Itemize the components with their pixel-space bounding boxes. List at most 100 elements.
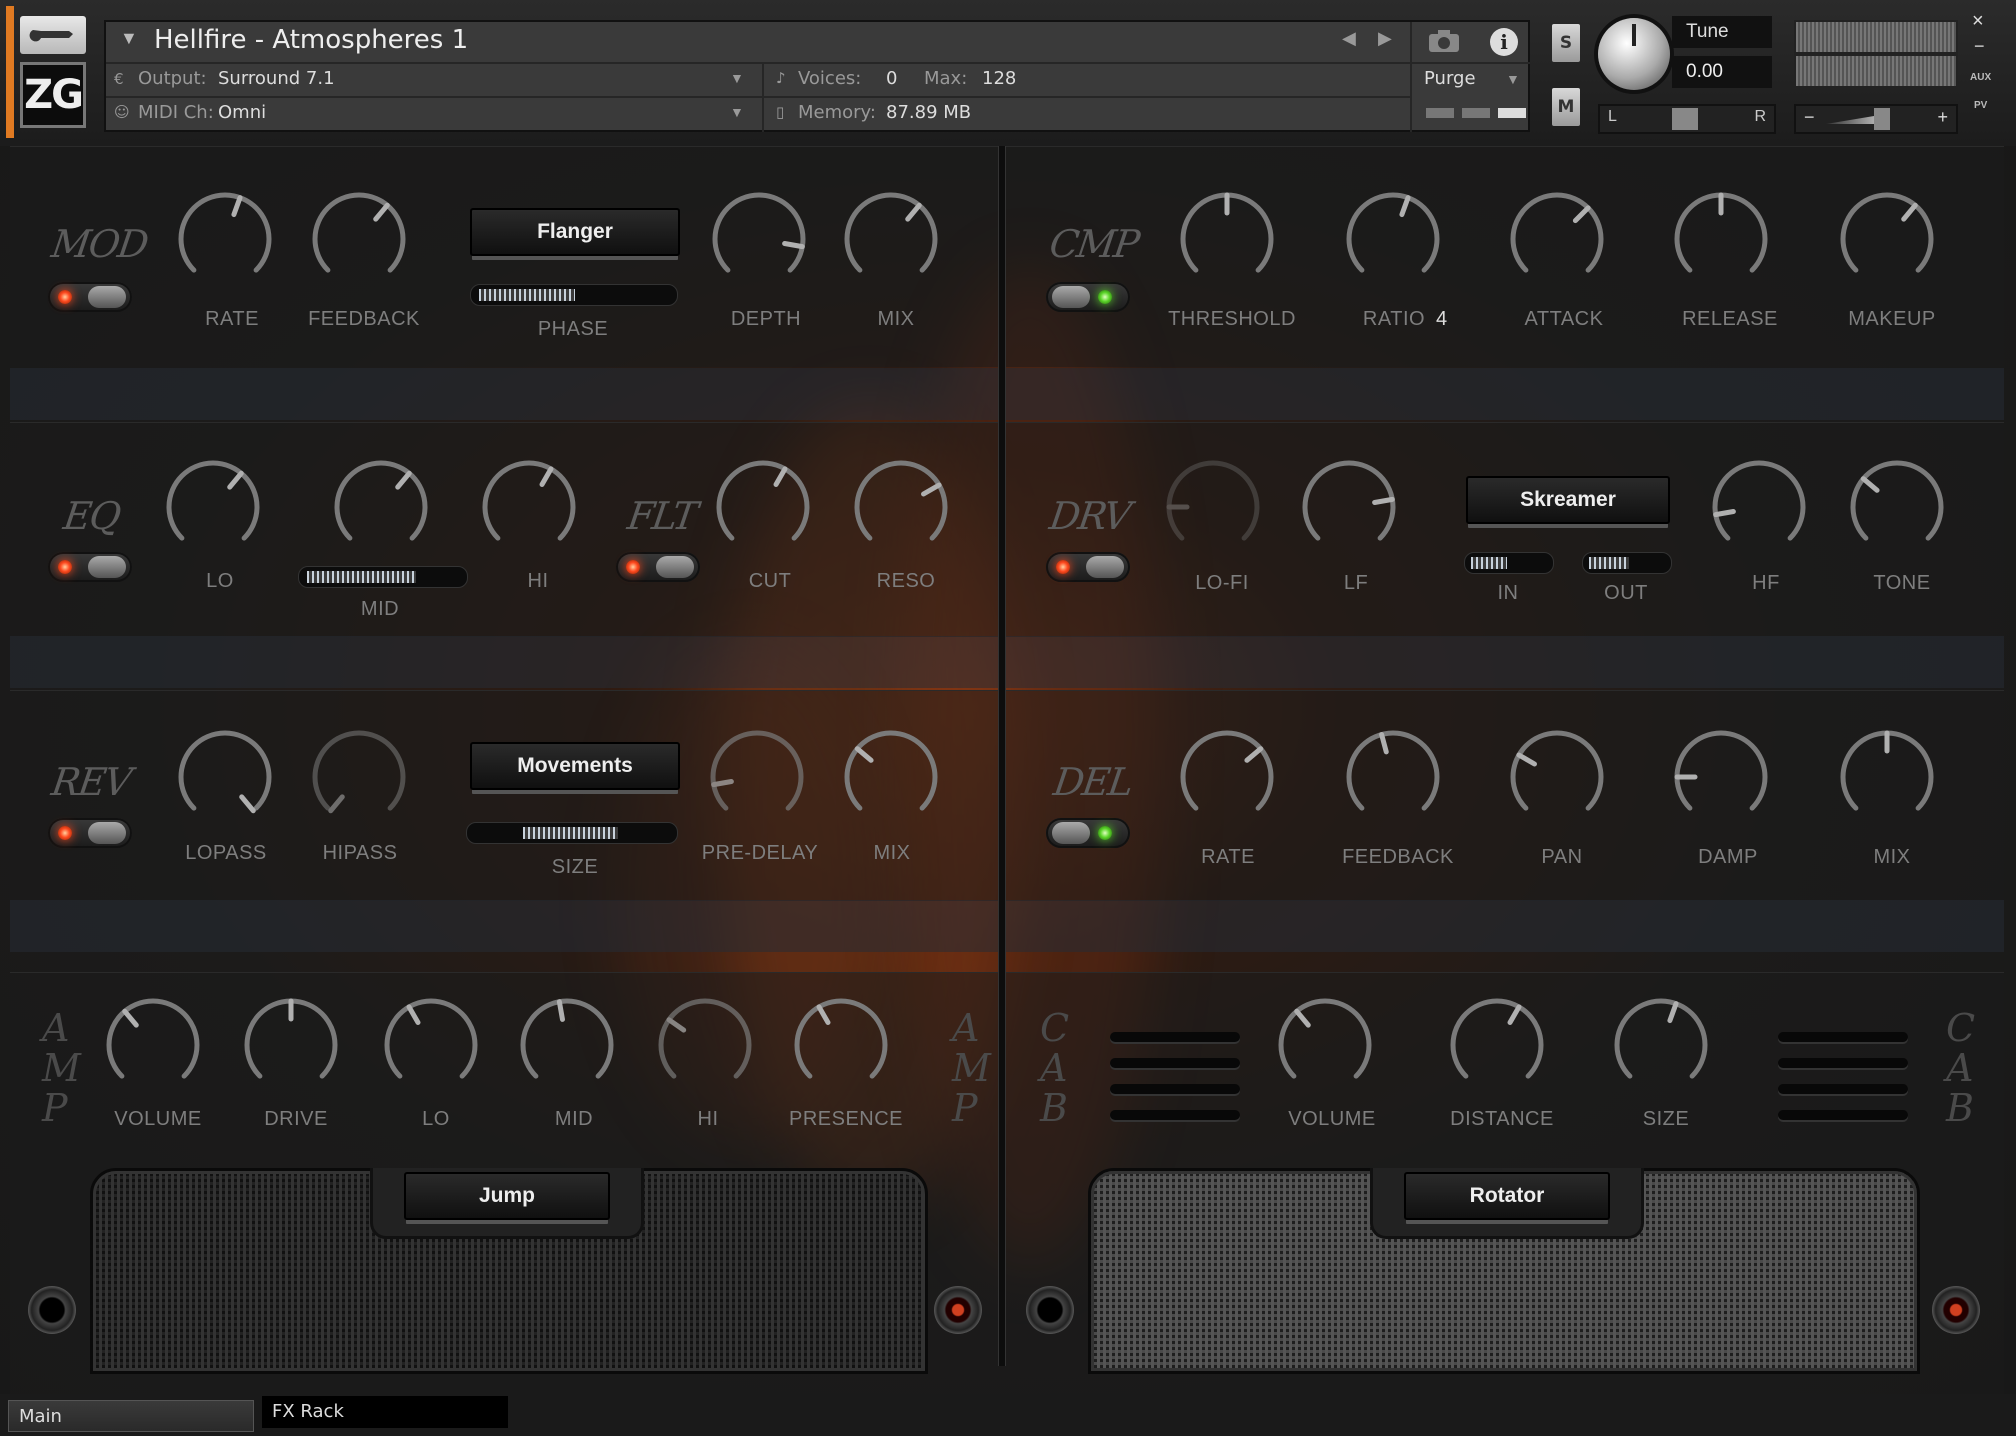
instrument-header: ZG ▼ Hellfire - Atmospheres 1 ◀ ▶ € Outp… xyxy=(0,0,2016,146)
mod-rate-knob[interactable] xyxy=(176,190,274,288)
mod-depth-knob[interactable] xyxy=(710,190,808,288)
flt-toggle[interactable] xyxy=(616,552,700,582)
cmp-ratio-knob[interactable] xyxy=(1344,190,1442,288)
rev-predelay-knob[interactable] xyxy=(708,728,806,826)
info-icon[interactable]: i xyxy=(1490,28,1518,56)
rev-size-label: SIZE xyxy=(551,856,599,878)
minimize-button[interactable]: − xyxy=(1974,36,1985,57)
amp-model-button[interactable]: Jump xyxy=(404,1172,610,1220)
volume-plus[interactable]: + xyxy=(1937,107,1948,128)
amp-lo-knob[interactable] xyxy=(382,996,480,1094)
tune-knob[interactable] xyxy=(1598,18,1670,90)
del-feedback-knob[interactable] xyxy=(1344,728,1442,826)
max-voices-value[interactable]: 128 xyxy=(982,68,1016,89)
tab-main[interactable]: Main xyxy=(8,1400,254,1432)
snapshot-camera-icon[interactable] xyxy=(1426,28,1466,58)
drv-lf-knob[interactable] xyxy=(1300,458,1398,556)
volume-slider[interactable]: − + xyxy=(1794,104,1958,134)
amp-presence-knob[interactable] xyxy=(792,996,890,1094)
instrument-info-panel: ▼ Hellfire - Atmospheres 1 ◀ ▶ € Output:… xyxy=(104,20,1530,132)
drv-lf-label: LF xyxy=(1343,572,1369,594)
drv-type-button[interactable]: Skreamer xyxy=(1466,476,1670,524)
flt-reso-knob[interactable] xyxy=(852,458,950,556)
eq-lo-knob[interactable] xyxy=(164,458,262,556)
rev-toggle[interactable] xyxy=(48,818,132,848)
drv-out-slider[interactable] xyxy=(1582,552,1672,574)
cmp-release-label: RELEASE xyxy=(1682,308,1778,330)
volume-handle[interactable] xyxy=(1874,108,1890,130)
midi-value[interactable]: Omni xyxy=(218,102,266,123)
eq-hi-knob[interactable] xyxy=(480,458,578,556)
cmp-toggle[interactable] xyxy=(1046,282,1130,312)
rev-hipass-knob[interactable] xyxy=(310,728,408,826)
pan-slider[interactable]: L R xyxy=(1598,104,1776,134)
next-instrument-icon[interactable]: ▶ xyxy=(1378,28,1392,49)
mod-led xyxy=(58,290,72,304)
rev-mix-knob[interactable] xyxy=(842,728,940,826)
del-damp-knob[interactable] xyxy=(1672,728,1770,826)
pan-handle[interactable] xyxy=(1672,108,1698,130)
tab-fx-rack[interactable]: FX Rack xyxy=(262,1396,508,1428)
del-mix-knob[interactable] xyxy=(1838,728,1936,826)
pv-button[interactable]: PV xyxy=(1974,100,1987,111)
cab-distance-knob[interactable] xyxy=(1448,996,1546,1094)
purge-button[interactable]: Purge xyxy=(1424,68,1476,89)
del-toggle[interactable] xyxy=(1046,818,1130,848)
amp-mid-knob[interactable] xyxy=(518,996,616,1094)
amp-hi-knob[interactable] xyxy=(656,996,754,1094)
flt-cut-knob[interactable] xyxy=(714,458,812,556)
rev-size-slider[interactable] xyxy=(466,822,678,844)
tune-value[interactable]: 0.00 xyxy=(1686,61,1723,83)
mod-toggle[interactable] xyxy=(48,282,132,312)
midi-dropdown-icon[interactable]: ▼ xyxy=(730,104,744,120)
eq-mid-knob[interactable] xyxy=(332,458,430,556)
rev-lopass-knob[interactable] xyxy=(176,728,274,826)
eq-lo-label: LO xyxy=(206,570,234,592)
drv-lofi-knob[interactable] xyxy=(1164,458,1262,556)
aux-button[interactable]: AUX xyxy=(1970,72,1991,83)
del-pan-knob[interactable] xyxy=(1508,728,1606,826)
instrument-name[interactable]: Hellfire - Atmospheres 1 xyxy=(154,25,468,55)
mod-mix-knob[interactable] xyxy=(842,190,940,288)
cab-volume-knob[interactable] xyxy=(1276,996,1374,1094)
cmp-threshold-knob[interactable] xyxy=(1178,190,1276,288)
mod-type-button[interactable]: Flanger xyxy=(470,208,680,256)
amp-lo-label: LO xyxy=(422,1108,450,1130)
wrench-button[interactable] xyxy=(20,16,86,54)
amp-volume-knob[interactable] xyxy=(104,996,202,1094)
cmp-makeup-knob[interactable] xyxy=(1838,190,1936,288)
volume-minus[interactable]: − xyxy=(1804,107,1815,128)
drv-toggle[interactable] xyxy=(1046,552,1130,582)
flt-led xyxy=(626,560,640,574)
drv-hf-knob[interactable] xyxy=(1710,458,1808,556)
eq-toggle[interactable] xyxy=(48,552,132,582)
drv-tone-knob[interactable] xyxy=(1848,458,1946,556)
rev-type-button[interactable]: Movements xyxy=(470,742,680,790)
output-dropdown-icon[interactable]: ▼ xyxy=(730,70,744,86)
output-value[interactable]: Surround 7.1 xyxy=(218,68,335,89)
del-rate-knob[interactable] xyxy=(1178,728,1276,826)
eq-title: EQ xyxy=(60,494,122,538)
eq-mid-slider[interactable] xyxy=(298,566,468,588)
mod-feedback-knob[interactable] xyxy=(310,190,408,288)
amp-drive-knob[interactable] xyxy=(242,996,340,1094)
close-button[interactable]: × xyxy=(1972,10,1984,33)
purge-dropdown-icon[interactable]: ▼ xyxy=(1506,71,1520,87)
del-rate-label: RATE xyxy=(1201,846,1255,868)
cab-input-jack xyxy=(1026,1286,1074,1334)
midi-icon: ☺ xyxy=(114,103,130,121)
cab-size-knob[interactable] xyxy=(1612,996,1710,1094)
cab-model-button[interactable]: Rotator xyxy=(1404,1172,1610,1220)
dropdown-arrow-icon[interactable]: ▼ xyxy=(120,28,138,49)
del-title: DEL xyxy=(1050,760,1135,804)
drv-in-level xyxy=(1471,557,1507,569)
output-icon: € xyxy=(114,70,124,88)
mute-button[interactable]: M xyxy=(1552,88,1580,126)
mod-phase-slider[interactable] xyxy=(470,284,678,306)
drv-in-slider[interactable] xyxy=(1464,552,1554,574)
solo-button[interactable]: S xyxy=(1552,24,1580,62)
tune-value-box[interactable]: 0.00 xyxy=(1672,56,1772,88)
prev-instrument-icon[interactable]: ◀ xyxy=(1342,28,1356,49)
cmp-release-knob[interactable] xyxy=(1672,190,1770,288)
cmp-attack-knob[interactable] xyxy=(1508,190,1606,288)
